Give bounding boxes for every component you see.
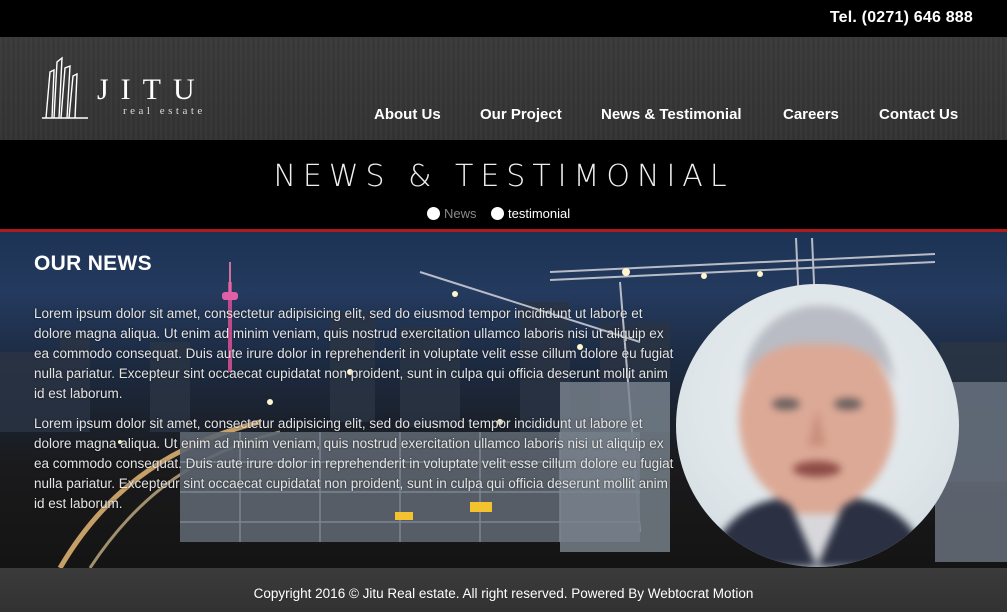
news-hero: OUR NEWS Lorem ipsum dolor sit amet, con… — [0, 232, 1007, 568]
phone-number[interactable]: Tel. (0271) 646 888 — [830, 9, 973, 27]
tab-testimonial[interactable]: testimonial — [491, 206, 570, 221]
site-footer: Copyright 2016 © Jitu Real estate. All r… — [0, 568, 1007, 612]
tab-news-label: News — [444, 206, 477, 221]
nav-our-project[interactable]: Our Project — [480, 106, 562, 123]
nav-about-us[interactable]: About Us — [374, 106, 441, 123]
main-nav: About Us Our Project News & Testimonial … — [0, 106, 1007, 126]
radio-dot-icon — [491, 207, 504, 220]
content-tabs: News testimonial — [0, 206, 1007, 222]
nav-careers[interactable]: Careers — [783, 106, 839, 123]
page-title: NEWS & TESTIMONIAL — [273, 159, 734, 194]
testimonial-portrait — [676, 284, 959, 567]
nav-contact-us[interactable]: Contact Us — [879, 106, 958, 123]
tab-news[interactable]: News — [427, 206, 477, 221]
news-paragraph: Lorem ipsum dolor sit amet, consectetur … — [34, 306, 674, 401]
copyright-text: Copyright 2016 © Jitu Real estate. All r… — [253, 586, 754, 601]
radio-dot-icon — [427, 207, 440, 220]
nav-news-testimonial[interactable]: News & Testimonial — [601, 106, 742, 123]
brand-name: JITU — [97, 73, 207, 106]
tab-testimonial-label: testimonial — [508, 206, 571, 221]
news-paragraph: Lorem ipsum dolor sit amet, consectetur … — [34, 416, 674, 511]
news-heading: OUR NEWS — [34, 252, 152, 275]
site-header: JITU real estate About Us Our Project Ne… — [0, 37, 1007, 140]
title-band: NEWS & TESTIMONIAL News testimonial — [0, 140, 1007, 229]
top-bar: Tel. (0271) 646 888 — [0, 0, 1007, 37]
person-avatar-icon — [706, 305, 931, 567]
